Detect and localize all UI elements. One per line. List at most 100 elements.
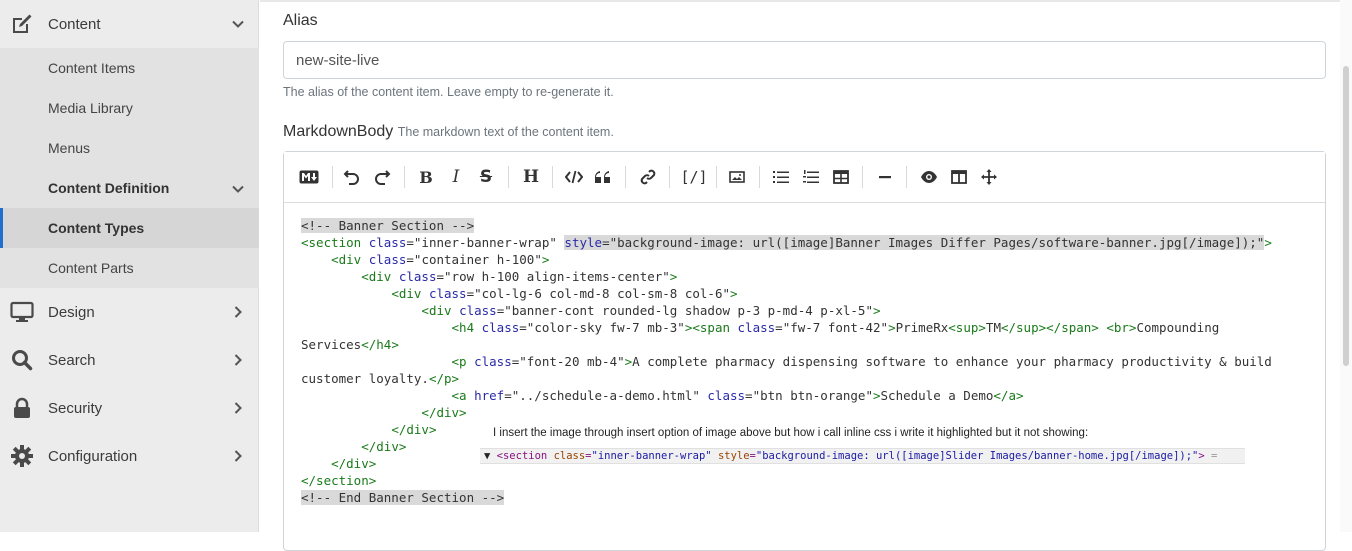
- markdown-icon[interactable]: [297, 165, 321, 189]
- code-line: Services</h4>: [301, 336, 1311, 353]
- editor-toolbar: B I S H [/]: [284, 152, 1325, 203]
- ordered-list-icon[interactable]: [799, 165, 823, 189]
- code-token: style: [564, 235, 603, 250]
- chevron-right-icon: [234, 450, 242, 462]
- code-token: TM: [985, 320, 1001, 335]
- chevron-down-icon: [232, 185, 244, 193]
- code-token: >: [730, 286, 738, 301]
- sidebar-item-media-library[interactable]: Media Library: [0, 88, 259, 128]
- heading-icon[interactable]: H: [519, 165, 543, 189]
- fullscreen-icon[interactable]: [977, 165, 1001, 189]
- redo-icon[interactable]: [370, 165, 394, 189]
- shortcode-icon[interactable]: [/]: [678, 165, 710, 189]
- question-note: I insert the image through insert option…: [493, 427, 1089, 439]
- sidebar-item-configuration[interactable]: Configuration: [0, 432, 259, 480]
- code-token: <div: [331, 252, 369, 267]
- sidebar-item-label: Content Items: [48, 60, 136, 76]
- code-icon[interactable]: [562, 165, 586, 189]
- sidebar-item-label: Content Types: [48, 220, 145, 236]
- code-token: ="col-lg-6 col-md-8 col-sm-8 col-6": [466, 286, 730, 301]
- code-token: </div>: [361, 439, 407, 454]
- sidebar-item-design[interactable]: Design: [0, 288, 259, 336]
- devtools-element-snippet: ▼ <section class = "inner-banner-wrap" sty…: [480, 448, 1245, 464]
- edit-icon: [10, 12, 34, 36]
- sidebar-item-security[interactable]: Security: [0, 384, 259, 432]
- preview-icon[interactable]: [917, 165, 941, 189]
- code-token: <!-- End Banner Section -->: [301, 490, 505, 505]
- side-by-side-icon[interactable]: [947, 165, 971, 189]
- dt-value: "background-image: url([image]Slider Ima…: [755, 450, 1199, 462]
- code-line: <section class="inner-banner-wrap" style…: [301, 234, 1311, 251]
- search-icon: [10, 348, 34, 372]
- bold-icon[interactable]: B: [414, 165, 438, 189]
- code-token: class: [368, 235, 407, 250]
- chevron-down-icon: [232, 20, 244, 28]
- code-token: ="../schedule-a-demo.html": [504, 388, 708, 403]
- markdown-label: MarkdownBody: [283, 123, 394, 140]
- code-token: >: [669, 269, 678, 284]
- code-token: class: [707, 388, 746, 403]
- undo-icon[interactable]: [340, 165, 364, 189]
- code-token: <sup>: [948, 320, 986, 335]
- code-token: class: [398, 269, 437, 284]
- alias-help-text: The alias of the content item. Leave emp…: [283, 85, 614, 99]
- code-line: <h4 class="color-sky fw-7 mb-3"><span cl…: [301, 319, 1311, 336]
- toolbar-separator: [716, 166, 717, 188]
- unordered-list-icon[interactable]: [769, 165, 793, 189]
- code-token: Schedule a Demo: [880, 388, 994, 403]
- toolbar-separator: [906, 166, 907, 188]
- code-token: href: [474, 388, 505, 403]
- code-token: ="banner-cont rounded-lg shadow p-3 p-md…: [496, 303, 873, 318]
- italic-icon[interactable]: I: [444, 165, 468, 189]
- code-token: </a>: [993, 388, 1024, 403]
- sidebar-item-label: Security: [48, 399, 103, 417]
- chevron-right-icon: [234, 402, 242, 414]
- code-token: </div>: [331, 456, 377, 471]
- sidebar-item-content-items[interactable]: Content Items: [0, 48, 259, 88]
- toolbar-separator: [404, 166, 405, 188]
- toolbar-separator: [669, 166, 670, 188]
- code-token: class: [474, 354, 512, 369]
- code-line: <div class="container h-100">: [301, 251, 1311, 268]
- code-line: <div class="row h-100 align-items-center…: [301, 268, 1311, 285]
- sidebar-item-content[interactable]: Content: [0, 0, 259, 48]
- sidebar-item-menus[interactable]: Menus: [0, 128, 259, 168]
- page-scrollbar[interactable]: [1340, 0, 1352, 532]
- horizontal-rule-icon[interactable]: [873, 165, 897, 189]
- sidebar-item-content-parts[interactable]: Content Parts: [0, 248, 259, 288]
- monitor-icon: [10, 300, 34, 324]
- image-icon[interactable]: [725, 165, 749, 189]
- main-content: Alias The alias of the content item. Lea…: [260, 0, 1352, 551]
- link-icon[interactable]: [636, 165, 660, 189]
- sidebar-item-label: Configuration: [48, 447, 138, 465]
- code-line: <div class="banner-cont rounded-lg shado…: [301, 302, 1311, 319]
- sidebar-item-content-types[interactable]: Content Types: [0, 208, 259, 248]
- sidebar-item-content-definition[interactable]: Content Definition: [0, 168, 259, 208]
- sidebar-item-search[interactable]: Search: [0, 336, 259, 384]
- chevron-right-icon: [234, 354, 242, 366]
- code-token: <p: [451, 354, 475, 369]
- toolbar-separator: [508, 166, 509, 188]
- code-line: <!-- End Banner Section -->: [301, 489, 1311, 506]
- strikethrough-icon[interactable]: S: [474, 165, 498, 189]
- code-token: ="container h-100": [406, 252, 542, 267]
- code-token: >: [541, 252, 550, 267]
- table-icon[interactable]: [829, 165, 853, 189]
- code-token: </div>: [421, 405, 467, 420]
- dt-suffix: =: [1204, 450, 1218, 462]
- code-token: class: [428, 286, 467, 301]
- sidebar-item-label: Media Library: [48, 100, 133, 116]
- alias-input[interactable]: [283, 41, 1326, 79]
- quote-icon[interactable]: [592, 165, 616, 189]
- code-token: <section: [301, 235, 369, 250]
- scrollbar-thumb[interactable]: [1343, 66, 1349, 366]
- markdown-help-text: The markdown text of the content item.: [397, 125, 614, 139]
- code-line: <a href="../schedule-a-demo.html" class=…: [301, 387, 1311, 404]
